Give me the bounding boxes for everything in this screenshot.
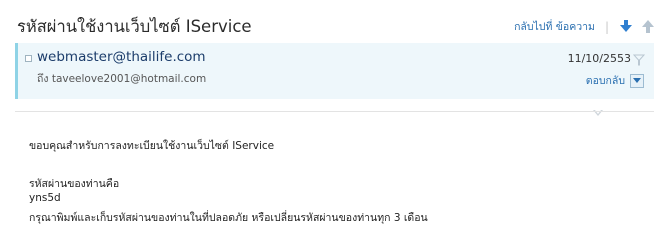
body-password-value: yns5d xyxy=(29,192,61,204)
next-message-arrow-down-icon[interactable] xyxy=(620,20,632,33)
reply-button[interactable]: ตอบกลับ xyxy=(586,72,625,89)
header-divider xyxy=(15,111,654,112)
flag-icon[interactable] xyxy=(632,51,646,66)
reply-control: ตอบกลับ xyxy=(586,72,644,89)
body-greeting: ขอบคุณสำหรับการลงทะเบียนใช้งานเว็บไซต์ I… xyxy=(29,140,275,152)
sender-address[interactable]: webmaster@thailife.com xyxy=(37,49,206,65)
message-header-card: webmaster@thailife.com ถึง taveelove2001… xyxy=(15,43,654,99)
toolbar-separator: | xyxy=(604,19,609,34)
message-nav-tools: กลับไปที่ ข้อความ | xyxy=(514,18,654,35)
previous-message-arrow-up-icon[interactable] xyxy=(642,20,654,33)
subject-bar: รหัสผ่านใช้งานเว็บไซต์ IService กลับไปที… xyxy=(17,12,654,38)
sender-status-icon xyxy=(25,55,32,62)
message-subject: รหัสผ่านใช้งานเว็บไซต์ IService xyxy=(17,17,252,36)
reply-menu-chevron-down-icon[interactable] xyxy=(630,73,644,88)
collapse-header-caret-icon[interactable] xyxy=(593,102,603,116)
recipient-line: ถึง taveelove2001@hotmail.com xyxy=(37,73,207,85)
body-password-label: รหัสผ่านของท่านคือ xyxy=(29,178,120,190)
back-to-messages-link[interactable]: กลับไปที่ ข้อความ xyxy=(514,18,595,35)
body-instruction: กรุณาพิมพ์และเก็บรหัสผ่านของท่านในที่ปลอ… xyxy=(29,212,428,224)
message-date: 11/10/2553 xyxy=(567,52,631,65)
